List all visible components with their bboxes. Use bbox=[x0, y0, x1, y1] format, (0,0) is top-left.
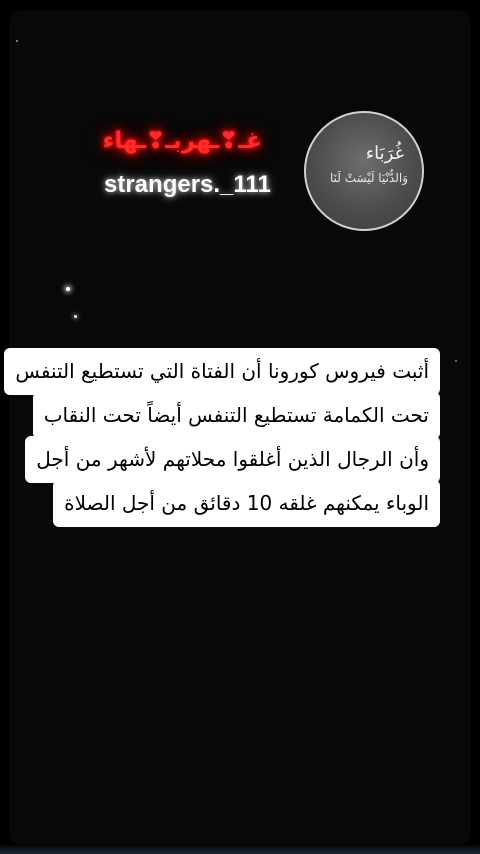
caption-line-text: تحت الكمامة تستطيع التنفس أيضاً تحت النق… bbox=[32, 392, 440, 439]
caption-line-text: أثبت فيروس كورونا أن الفتاة التي تستطيع … bbox=[4, 348, 440, 395]
caption-line-text: الوباء يمكنهم غلقه 10 دقائق من أجل الصلا… bbox=[53, 480, 440, 527]
caption-line: الوباء يمكنهم غلقه 10 دقائق من أجل الصلا… bbox=[0, 480, 440, 527]
avatar-subtitle-text: وَالدُّنْيَا لَيْسَتْ لَنَا bbox=[329, 171, 408, 185]
caption-line: تحت الكمامة تستطيع التنفس أيضاً تحت النق… bbox=[0, 392, 440, 439]
sparkle-decoration bbox=[455, 360, 457, 362]
sparkle-decoration bbox=[16, 40, 18, 42]
caption-text-block: أثبت فيروس كورونا أن الفتاة التي تستطيع … bbox=[0, 348, 440, 527]
caption-line: وأن الرجال الذين أغلقوا محلاتهم لأشهر من… bbox=[0, 436, 440, 483]
profile-display-name: غـ❣ـهربـ❣ـهاء bbox=[102, 128, 262, 154]
caption-line: أثبت فيروس كورونا أن الفتاة التي تستطيع … bbox=[0, 348, 440, 395]
avatar-title-text: غُرَبَاء bbox=[365, 143, 404, 164]
sparkle-decoration bbox=[66, 287, 70, 291]
story-screen: غُرَبَاء وَالدُّنْيَا لَيْسَتْ لَنَا غـ❣… bbox=[0, 0, 480, 854]
profile-avatar[interactable]: غُرَبَاء وَالدُّنْيَا لَيْسَتْ لَنَا bbox=[304, 111, 424, 231]
profile-username[interactable]: strangers._111 bbox=[104, 171, 271, 199]
sparkle-decoration bbox=[74, 315, 77, 318]
caption-line-text: وأن الرجال الذين أغلقوا محلاتهم لأشهر من… bbox=[25, 436, 440, 483]
bottom-edge-shadow bbox=[0, 844, 480, 854]
